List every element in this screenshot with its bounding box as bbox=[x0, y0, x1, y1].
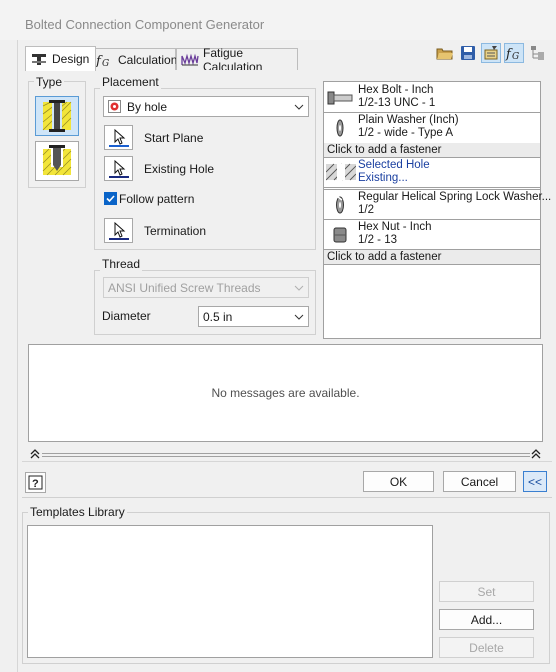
fastener-divider bbox=[324, 112, 540, 113]
help-icon: ? bbox=[28, 475, 43, 490]
svg-text:?: ? bbox=[32, 478, 39, 490]
hex-bolt-name: Hex Bolt - Inch bbox=[358, 84, 434, 96]
delete-template-button[interactable]: Delete bbox=[439, 637, 534, 658]
tree-icon[interactable] bbox=[528, 43, 548, 63]
panel-splitter[interactable] bbox=[42, 453, 530, 457]
fastener-hex-bolt[interactable]: Hex Bolt - Inch 1/2-13 UNC - 1 bbox=[324, 84, 540, 111]
type-group-label: Type bbox=[34, 75, 65, 89]
hex-bolt-spec: 1/2-13 UNC - 1 bbox=[358, 97, 436, 109]
edit-properties-icon[interactable] bbox=[481, 43, 501, 63]
thread-type-select[interactable]: ANSI Unified Screw Threads bbox=[103, 277, 309, 298]
bolt-design-icon bbox=[30, 51, 48, 67]
selected-hole-spec: Existing... bbox=[358, 172, 408, 184]
diameter-value: 0.5 in bbox=[203, 309, 233, 324]
lock-washer-name: Regular Helical Spring Lock Washer... bbox=[358, 191, 552, 203]
check-icon bbox=[106, 195, 115, 203]
hex-nut-spec: 1/2 - 13 bbox=[358, 234, 397, 246]
hex-nut-icon bbox=[327, 224, 353, 246]
type-blind-bolt-button[interactable] bbox=[35, 141, 79, 181]
help-button[interactable]: ? bbox=[25, 472, 46, 493]
ok-button[interactable]: OK bbox=[363, 471, 434, 492]
selected-hole-row[interactable]: Selected Hole Existing... bbox=[324, 159, 540, 186]
cursor-plane-icon bbox=[108, 128, 129, 147]
tab-fatigue-calculation[interactable]: Fatigue Calculation bbox=[176, 46, 298, 74]
svg-text:G: G bbox=[512, 52, 519, 61]
washer-icon bbox=[327, 117, 353, 139]
messages-text: No messages are available. bbox=[211, 386, 360, 400]
chevron-down-icon bbox=[294, 312, 304, 322]
templates-list[interactable] bbox=[27, 525, 433, 658]
cancel-button[interactable]: Cancel bbox=[443, 471, 516, 492]
chevron-down-icon bbox=[294, 283, 304, 293]
window-title: Bolted Connection Component Generator bbox=[25, 17, 265, 32]
cursor-hole-icon bbox=[108, 159, 129, 178]
collapse-more-button[interactable]: << bbox=[523, 471, 547, 492]
thread-group-label: Thread bbox=[100, 257, 143, 271]
templates-library-label: Templates Library bbox=[28, 505, 127, 519]
add-fastener-bottom[interactable]: Click to add a fastener bbox=[324, 250, 540, 264]
fastener-divider bbox=[324, 157, 540, 158]
termination-pick-button[interactable] bbox=[104, 218, 133, 243]
add-template-button[interactable]: Add... bbox=[439, 609, 534, 630]
placement-method-value: By hole bbox=[127, 99, 168, 114]
wave-icon bbox=[181, 52, 199, 68]
bottom-separator bbox=[22, 461, 552, 462]
tab-design-label: Design bbox=[52, 52, 90, 66]
placement-group-label: Placement bbox=[100, 75, 161, 89]
tab-calculation-label: Calculation bbox=[118, 52, 178, 67]
lock-washer-spec: 1/2 bbox=[358, 204, 374, 216]
fastener-divider bbox=[324, 189, 540, 190]
hex-nut-name: Hex Nut - Inch bbox=[358, 221, 432, 233]
lock-washer-icon bbox=[327, 194, 353, 216]
tab-calculation[interactable]: fG Calculation bbox=[91, 48, 178, 70]
plain-washer-name: Plain Washer (Inch) bbox=[358, 114, 459, 126]
fastener-stack-panel: Hex Bolt - Inch 1/2-13 UNC - 1 Plain Was… bbox=[323, 81, 551, 339]
fastener-hex-nut[interactable]: Hex Nut - Inch 1/2 - 13 bbox=[324, 221, 540, 248]
set-template-button[interactable]: Set bbox=[439, 581, 534, 602]
through-bolt-icon bbox=[42, 100, 72, 132]
open-folder-icon[interactable] bbox=[435, 43, 455, 63]
fx-toggle-icon[interactable]: fG bbox=[504, 43, 524, 63]
diameter-label: Diameter bbox=[102, 309, 151, 323]
tab-design[interactable]: Design bbox=[25, 46, 97, 71]
termination-label: Termination bbox=[144, 224, 207, 238]
svg-text:G: G bbox=[102, 59, 109, 67]
diameter-select[interactable]: 0.5 in bbox=[198, 306, 309, 327]
fx-icon: fG bbox=[96, 52, 114, 68]
by-hole-icon bbox=[108, 100, 121, 113]
existing-hole-label: Existing Hole bbox=[144, 162, 215, 176]
messages-area: No messages are available. bbox=[28, 344, 543, 442]
start-plane-label: Start Plane bbox=[144, 131, 204, 145]
blind-bolt-icon bbox=[42, 145, 72, 176]
follow-pattern-label[interactable]: Follow pattern bbox=[119, 192, 194, 206]
thread-type-value: ANSI Unified Screw Threads bbox=[108, 280, 261, 295]
plain-washer-spec: 1/2 - wide - Type A bbox=[358, 127, 454, 139]
fastener-lock-washer[interactable]: Regular Helical Spring Lock Washer... 1/… bbox=[324, 191, 551, 218]
fastener-divider bbox=[324, 187, 540, 188]
fastener-divider bbox=[324, 264, 540, 265]
save-icon[interactable] bbox=[458, 43, 478, 63]
chevron-down-icon bbox=[294, 102, 304, 112]
selected-hole-name: Selected Hole bbox=[358, 159, 430, 171]
placement-method-select[interactable]: By hole bbox=[103, 96, 309, 117]
templates-separator bbox=[22, 497, 552, 498]
hatched-hole-icon bbox=[326, 161, 356, 183]
hex-bolt-icon bbox=[327, 87, 353, 109]
chevron-up-icon[interactable] bbox=[530, 449, 542, 459]
fastener-divider bbox=[324, 219, 540, 220]
fastener-plain-washer[interactable]: Plain Washer (Inch) 1/2 - wide - Type A bbox=[324, 114, 540, 141]
type-through-bolt-button[interactable] bbox=[35, 96, 79, 136]
chevron-up-icon[interactable] bbox=[29, 449, 41, 459]
cursor-termination-icon bbox=[108, 221, 129, 240]
add-fastener-top[interactable]: Click to add a fastener bbox=[324, 143, 540, 157]
start-plane-pick-button[interactable] bbox=[104, 125, 133, 150]
follow-pattern-checkbox[interactable] bbox=[104, 192, 117, 205]
existing-hole-pick-button[interactable] bbox=[104, 156, 133, 181]
